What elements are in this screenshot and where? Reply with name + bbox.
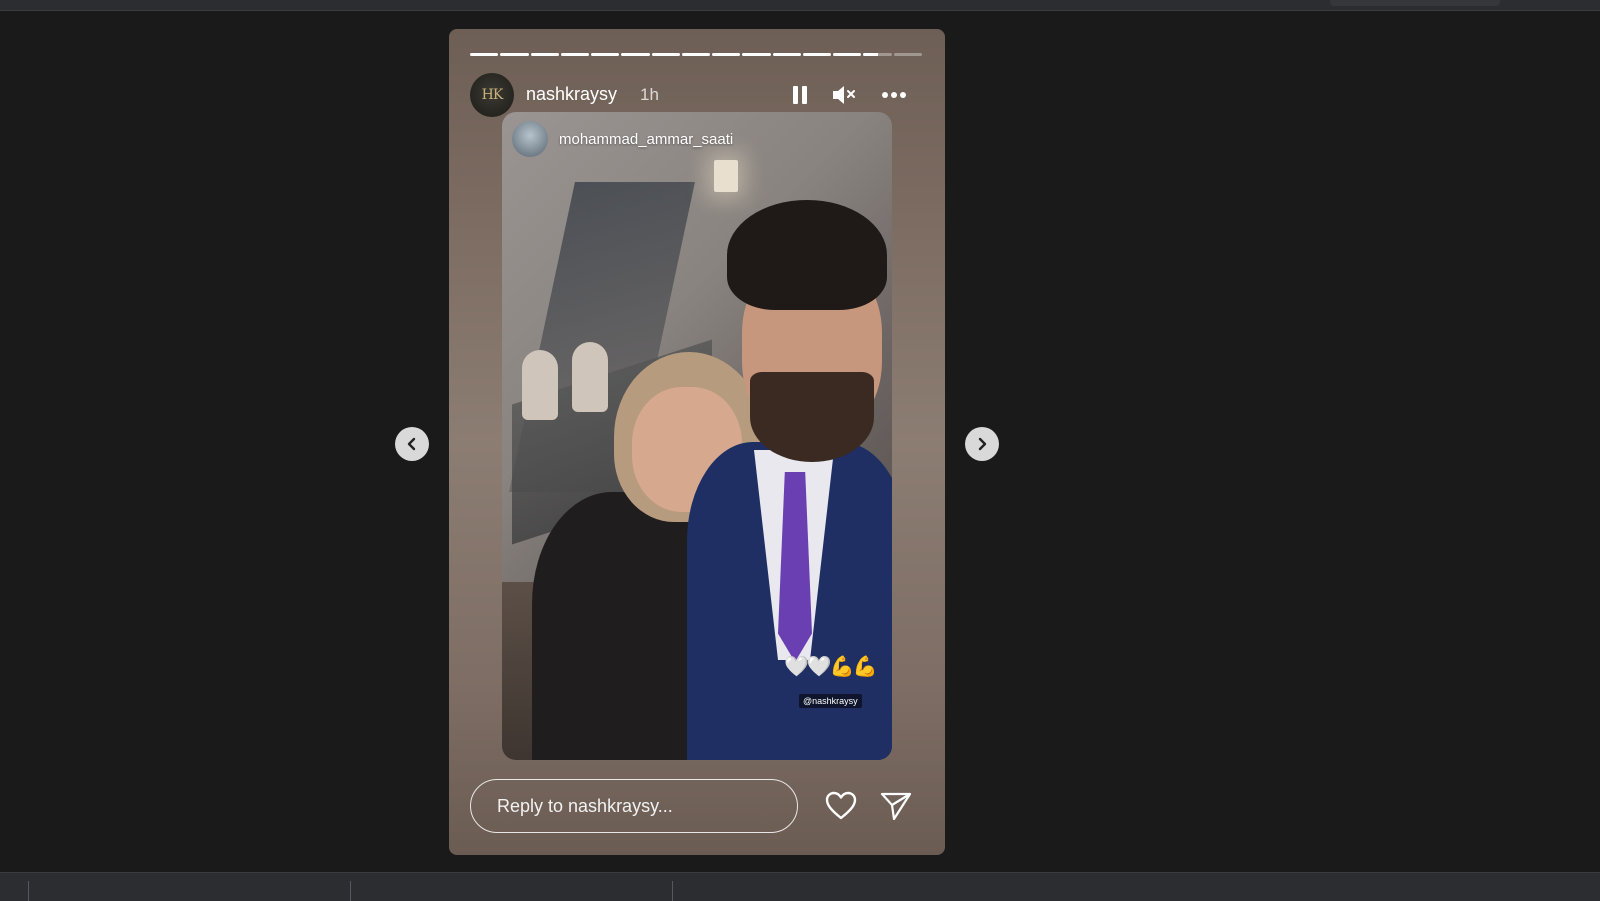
previous-story-button[interactable] bbox=[395, 427, 429, 461]
avatar[interactable]: HK bbox=[470, 73, 514, 117]
reply-input[interactable] bbox=[470, 779, 798, 833]
progress-segment-fill bbox=[530, 53, 559, 56]
progress-segment-fill bbox=[742, 53, 771, 56]
progress-segment-fill bbox=[621, 53, 650, 56]
like-button[interactable] bbox=[824, 789, 858, 823]
more-options-icon bbox=[882, 92, 906, 98]
progress-segment bbox=[833, 53, 862, 56]
chair bbox=[572, 342, 608, 412]
chevron-right-icon bbox=[978, 437, 987, 451]
progress-segment-fill bbox=[651, 53, 680, 56]
chair bbox=[522, 350, 558, 420]
chevron-left-icon bbox=[407, 437, 416, 451]
mention-sticker[interactable]: @nashkraysy bbox=[799, 694, 862, 708]
share-button[interactable] bbox=[879, 789, 913, 823]
progress-segment-fill bbox=[833, 53, 862, 56]
story-username[interactable]: nashkraysy bbox=[526, 84, 617, 105]
progress-segment-fill bbox=[591, 53, 620, 56]
progress-segment bbox=[681, 53, 711, 56]
mute-button[interactable] bbox=[830, 81, 858, 109]
repost-username[interactable]: mohammad_ammar_saati bbox=[559, 131, 733, 148]
reposted-from[interactable]: mohammad_ammar_saati bbox=[512, 121, 733, 157]
progress-segment-fill bbox=[863, 53, 878, 56]
progress-segment bbox=[742, 53, 771, 56]
divider bbox=[672, 881, 673, 901]
story-footer bbox=[470, 779, 922, 837]
browser-top-bar bbox=[0, 0, 1600, 11]
progress-segment bbox=[530, 53, 559, 56]
avatar-monogram: HK bbox=[481, 87, 504, 103]
more-options-button[interactable] bbox=[880, 81, 908, 109]
story-progress-bar bbox=[470, 53, 922, 56]
progress-segment bbox=[863, 53, 892, 56]
mute-icon bbox=[833, 86, 855, 104]
progress-segment bbox=[893, 53, 922, 56]
divider bbox=[28, 881, 29, 901]
progress-segment bbox=[591, 53, 620, 56]
heart-icon bbox=[825, 791, 857, 820]
progress-segment bbox=[802, 53, 832, 56]
repost-avatar[interactable] bbox=[512, 121, 548, 157]
send-icon bbox=[880, 792, 912, 821]
progress-segment-fill bbox=[470, 53, 499, 56]
progress-segment bbox=[621, 53, 650, 56]
man-beard bbox=[750, 372, 874, 462]
story-viewer[interactable]: HK nashkraysy 1h mohammad_ammar_saati 🤍🤍… bbox=[449, 29, 945, 855]
progress-segment bbox=[712, 53, 741, 56]
browser-bottom-bar bbox=[0, 872, 1600, 901]
emoji-sticker: 🤍🤍💪💪 bbox=[784, 656, 878, 678]
pause-icon bbox=[793, 86, 807, 104]
wall-lamp bbox=[714, 160, 738, 192]
divider bbox=[350, 881, 351, 901]
progress-segment bbox=[651, 53, 680, 56]
progress-segment bbox=[560, 53, 590, 56]
man-hair bbox=[727, 200, 887, 310]
progress-segment-fill bbox=[560, 53, 590, 56]
progress-segment-fill bbox=[500, 53, 529, 56]
progress-segment bbox=[470, 53, 499, 56]
progress-segment-fill bbox=[802, 53, 832, 56]
story-header: HK nashkraysy 1h bbox=[470, 73, 922, 117]
progress-segment-fill bbox=[772, 53, 801, 56]
progress-segment bbox=[772, 53, 801, 56]
progress-segment-fill bbox=[712, 53, 741, 56]
story-timestamp: 1h bbox=[640, 85, 659, 104]
pause-button[interactable] bbox=[786, 81, 814, 109]
story-media[interactable]: mohammad_ammar_saati 🤍🤍💪💪 @nashkraysy bbox=[502, 112, 892, 760]
browser-tab[interactable] bbox=[1330, 0, 1500, 6]
next-story-button[interactable] bbox=[965, 427, 999, 461]
progress-segment-fill bbox=[681, 53, 711, 56]
progress-segment bbox=[500, 53, 529, 56]
